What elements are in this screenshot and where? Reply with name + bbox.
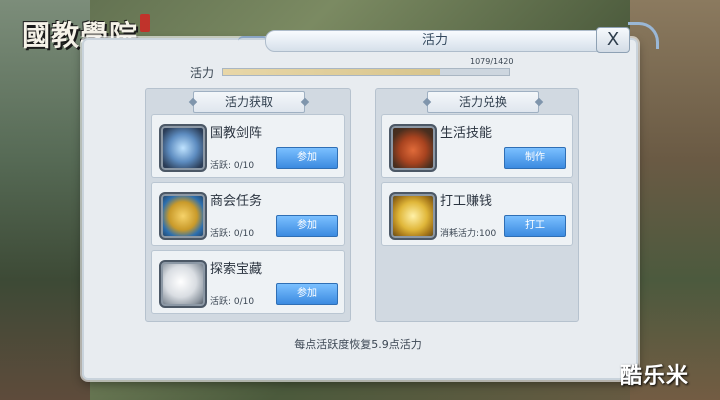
watermark: 酷乐米 — [620, 364, 690, 389]
card-title: 打工赚钱 — [440, 194, 493, 209]
sword-array-icon — [159, 124, 207, 172]
card-title: 商会任务 — [210, 194, 263, 209]
recovery-info: 每点活跃度恢复5.9点活力 — [294, 338, 422, 351]
background-left — [0, 0, 90, 400]
vitality-progress-fill — [223, 69, 441, 75]
card-work: 打工赚钱 消耗活力:100 打工 — [381, 182, 573, 246]
card-activity: 活跃: 0/10 — [210, 297, 255, 307]
craft-button[interactable]: 制作 — [504, 147, 566, 169]
exchange-heading: 活力兑换 — [427, 91, 539, 113]
join-button-sword-array[interactable]: 参加 — [276, 147, 338, 169]
gain-heading: 活力获取 — [193, 91, 305, 113]
card-guild-quest: 商会任务 活跃: 0/10 参加 — [151, 182, 345, 246]
background-right — [630, 0, 720, 400]
card-title: 生活技能 — [440, 126, 493, 141]
card-life-skill: 生活技能 制作 — [381, 114, 573, 178]
join-button-treasure[interactable]: 参加 — [276, 283, 338, 305]
join-button-guild-quest[interactable]: 参加 — [276, 215, 338, 237]
card-title: 探索宝藏 — [210, 262, 263, 277]
vitality-progress-bar — [222, 68, 510, 76]
vitality-label: 活力 — [190, 66, 215, 80]
card-activity: 活跃: 0/10 — [210, 161, 255, 171]
panel-title: 活力 — [265, 30, 605, 52]
roast-food-icon — [389, 124, 437, 172]
card-cost: 消耗活力:100 — [440, 229, 497, 239]
treasure-pearl-icon — [159, 260, 207, 308]
work-button[interactable]: 打工 — [504, 215, 566, 237]
close-button[interactable]: X — [596, 27, 630, 53]
gold-coin-icon — [389, 192, 437, 240]
card-treasure: 探索宝藏 活跃: 0/10 参加 — [151, 250, 345, 314]
guild-coin-icon — [159, 192, 207, 240]
card-sword-array: 国教剑阵 活跃: 0/10 参加 — [151, 114, 345, 178]
title-ornament-left — [238, 36, 268, 46]
vitality-value: 1079/1420 — [470, 57, 514, 66]
card-activity: 活跃: 0/10 — [210, 229, 255, 239]
card-title: 国教剑阵 — [210, 126, 263, 141]
logo-seal-icon — [140, 14, 151, 32]
